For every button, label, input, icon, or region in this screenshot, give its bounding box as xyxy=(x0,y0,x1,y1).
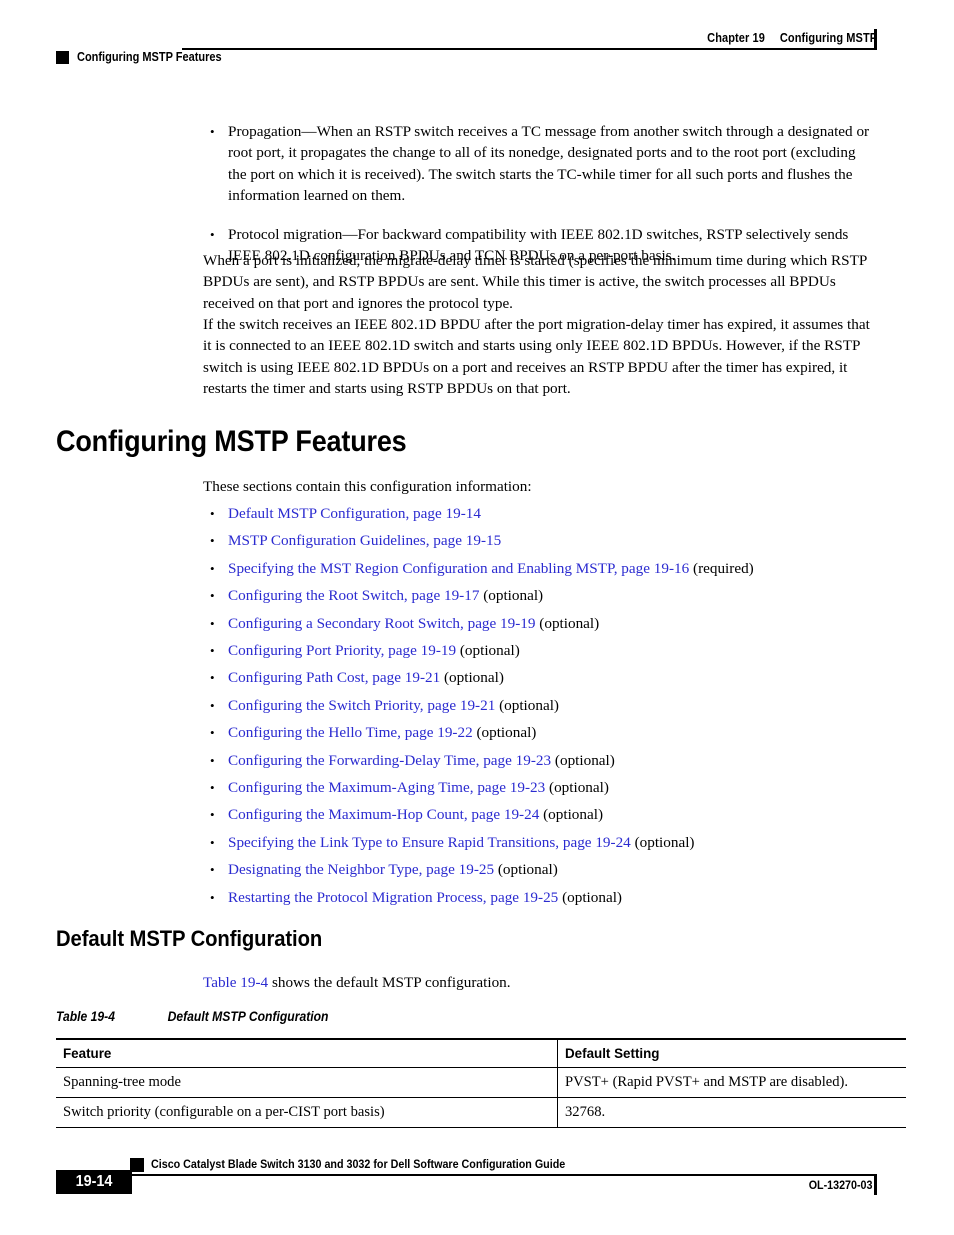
table-caption-label: Table 19-4 xyxy=(56,1009,115,1024)
list-item-suffix: (optional) xyxy=(551,751,615,769)
page-header: Chapter 19 Configuring MSTP Configuring M… xyxy=(0,0,954,78)
table-row: Switch priority (configurable on a per-C… xyxy=(56,1097,906,1128)
list-item-suffix: (optional) xyxy=(472,724,537,742)
default-mstp-configuration-table: Feature Default Setting Spanning-tree mo… xyxy=(56,1038,906,1128)
table-caption: Table 19-4 Default MSTP Configuration xyxy=(56,1009,328,1024)
link-configuring-maximum-hop-count[interactable]: Configuring the Maximum-Hop Count, page … xyxy=(228,806,539,823)
list-item: Configuring the Maximum-Hop Count, page … xyxy=(203,804,875,826)
header-edge-tick xyxy=(874,29,877,50)
header-chapter-info: Chapter 19 Configuring MSTP xyxy=(707,31,877,45)
list-item: Propagation—When an RSTP switch receives… xyxy=(203,121,875,207)
list-item-suffix: (optional) xyxy=(456,642,520,660)
link-default-mstp-configuration[interactable]: Default MSTP Configuration, page 19-14 xyxy=(228,505,481,522)
table-caption-title: Default MSTP Configuration xyxy=(167,1009,329,1024)
header-chapter-title: Configuring MSTP xyxy=(779,31,877,45)
footer-edge-tick xyxy=(874,1174,877,1195)
link-configuring-port-priority[interactable]: Configuring Port Priority, page 19-19 xyxy=(228,642,456,659)
cell-default-setting: PVST+ (Rapid PVST+ and MSTP are disabled… xyxy=(557,1067,906,1098)
column-header-default-setting: Default Setting xyxy=(557,1038,906,1068)
link-specifying-mst-region-configuration[interactable]: Specifying the MST Region Configuration … xyxy=(228,560,689,577)
list-item: MSTP Configuration Guidelines, page 19-1… xyxy=(203,530,875,552)
list-item: Configuring Port Priority, page 19-19 (o… xyxy=(203,640,875,662)
section-heading-default-mstp-configuration: Default MSTP Configuration xyxy=(56,926,323,951)
cell-default-setting: 32768. xyxy=(557,1097,906,1128)
column-header-feature: Feature xyxy=(56,1038,558,1068)
list-item: Configuring the Maximum-Aging Time, page… xyxy=(203,777,875,799)
header-running-title: Configuring MSTP Features xyxy=(77,50,222,64)
document-page: Chapter 19 Configuring MSTP Configuring M… xyxy=(0,0,954,1235)
list-item-suffix: (optional) xyxy=(539,806,603,824)
link-configuring-secondary-root-switch[interactable]: Configuring a Secondary Root Switch, pag… xyxy=(228,615,536,632)
table-intro-paragraph: Table 19-4 shows the default MSTP config… xyxy=(203,972,875,993)
cross-reference-list: Default MSTP Configuration, page 19-14 M… xyxy=(203,503,875,914)
list-item: Restarting the Protocol Migration Proces… xyxy=(203,887,875,909)
table-row: Spanning-tree mode PVST+ (Rapid PVST+ an… xyxy=(56,1067,906,1098)
list-item-suffix: (optional) xyxy=(630,833,695,851)
body-paragraph: If the switch receives an IEEE 802.1D BP… xyxy=(203,316,870,398)
list-item: Specifying the MST Region Configuration … xyxy=(203,558,875,580)
list-item-suffix: (optional) xyxy=(495,696,559,714)
header-divider xyxy=(182,48,877,50)
list-item: Configuring the Switch Priority, page 19… xyxy=(203,695,875,717)
link-configuring-path-cost[interactable]: Configuring Path Cost, page 19-21 xyxy=(228,669,440,686)
link-configuring-forwarding-delay-time[interactable]: Configuring the Forwarding-Delay Time, p… xyxy=(228,752,551,769)
link-configuring-maximum-aging-time[interactable]: Configuring the Maximum-Aging Time, page… xyxy=(228,779,545,796)
link-designating-neighbor-type[interactable]: Designating the Neighbor Type, page 19-2… xyxy=(228,861,494,878)
link-mstp-configuration-guidelines[interactable]: MSTP Configuration Guidelines, page 19-1… xyxy=(228,532,501,549)
link-table-19-4[interactable]: Table 19-4 xyxy=(203,974,268,991)
list-item: Configuring Path Cost, page 19-21 (optio… xyxy=(203,667,875,689)
page-number: 19-14 xyxy=(75,1173,113,1190)
list-item: Specifying the Link Type to Ensure Rapid… xyxy=(203,832,875,854)
list-item: Configuring the Root Switch, page 19-17 … xyxy=(203,585,875,607)
link-restarting-protocol-migration[interactable]: Restarting the Protocol Migration Proces… xyxy=(228,889,558,906)
cell-feature: Switch priority (configurable on a per-C… xyxy=(56,1097,558,1128)
link-configuring-root-switch[interactable]: Configuring the Root Switch, page 19-17 xyxy=(228,587,479,604)
list-item-suffix: (optional) xyxy=(440,669,504,687)
list-item-suffix: (optional) xyxy=(535,614,600,632)
section-lead-in: These sections contain this configuratio… xyxy=(203,478,532,495)
list-item: Configuring the Forwarding-Delay Time, p… xyxy=(203,750,875,772)
body-paragraph: When a port is initialized, the migrate-… xyxy=(203,252,867,312)
list-item-suffix: (optional) xyxy=(545,779,609,797)
table-intro-rest: shows the default MSTP configuration. xyxy=(268,974,511,991)
list-item-suffix: (required) xyxy=(689,559,754,577)
list-item: Configuring the Hello Time, page 19-22 (… xyxy=(203,722,875,744)
cell-feature: Spanning-tree mode xyxy=(56,1067,558,1098)
footer-guide-title: Cisco Catalyst Blade Switch 3130 and 303… xyxy=(151,1157,566,1171)
list-item: Designating the Neighbor Type, page 19-2… xyxy=(203,859,875,881)
list-item-suffix: (optional) xyxy=(494,861,558,879)
list-item-suffix: (optional) xyxy=(558,888,622,906)
list-item: Default MSTP Configuration, page 19-14 xyxy=(203,503,875,525)
page-title: Configuring MSTP Features xyxy=(56,425,407,458)
link-configuring-switch-priority[interactable]: Configuring the Switch Priority, page 19… xyxy=(228,697,495,714)
table-header-row: Feature Default Setting xyxy=(56,1038,906,1068)
footer-bullet-square-icon xyxy=(130,1158,144,1172)
footer-divider xyxy=(130,1174,877,1176)
list-item: Configuring a Secondary Root Switch, pag… xyxy=(203,613,875,635)
header-bullet-square-icon xyxy=(56,51,69,64)
header-chapter-label: Chapter 19 xyxy=(706,31,765,45)
link-specifying-link-type[interactable]: Specifying the Link Type to Ensure Rapid… xyxy=(228,834,631,851)
list-item-suffix: (optional) xyxy=(479,587,544,605)
link-configuring-hello-time[interactable]: Configuring the Hello Time, page 19-22 xyxy=(228,724,473,741)
document-id: OL-13270-03 xyxy=(808,1178,872,1192)
